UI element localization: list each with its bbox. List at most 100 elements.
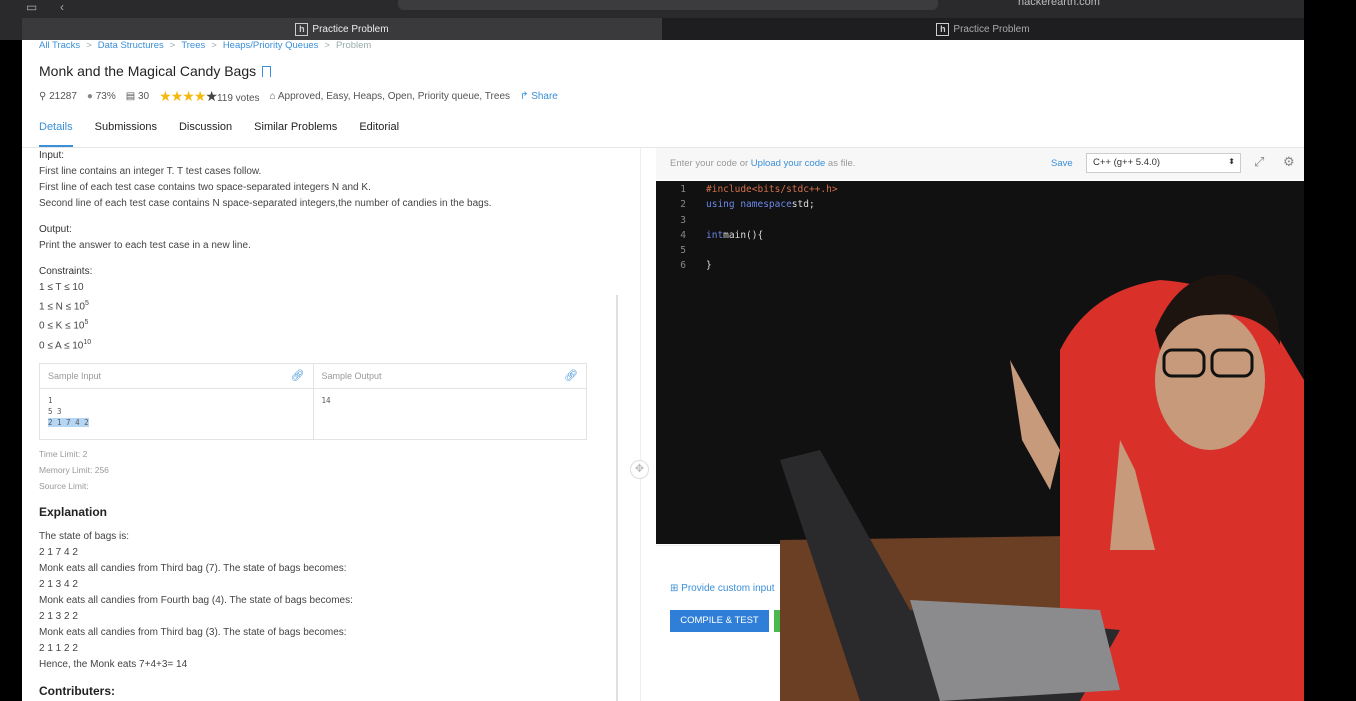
submissions-count: 30 <box>138 91 150 102</box>
breadcrumb-heaps[interactable]: Heaps/Priority Queues <box>223 40 319 51</box>
sample-output-label: Sample Output <box>321 370 382 381</box>
document-icon: ▤ <box>125 91 136 102</box>
breadcrumb-trees[interactable]: Trees <box>181 40 205 51</box>
breadcrumb-separator: > <box>86 40 92 51</box>
constraint-4: 0 ≤ A ≤ 1010 <box>39 338 92 351</box>
sample-input-content[interactable]: 1 5 3 2 1 7 4 2 <box>40 389 313 439</box>
problem-header: All Tracks > Data Structures > Trees > Heap… <box>22 40 1304 148</box>
gear-icon[interactable]: ⚙ <box>1283 154 1295 170</box>
time-limit: Time Limit: 2 <box>39 448 88 459</box>
input-line-2: First line of each test case contains tw… <box>39 182 371 193</box>
star-icon: ★ <box>170 88 184 104</box>
constraints-heading: Constraints: <box>39 266 93 277</box>
address-bar[interactable]: hackerearth.com <box>398 0 1100 10</box>
browser-tab-2[interactable]: h Practice Problem <box>662 18 1304 40</box>
source-limit: Source Limit: <box>39 480 89 491</box>
sample-output-box: Sample Output 🔗︎ 14 <box>312 363 587 439</box>
explanation-body: The state of bags is: 2 1 7 4 2 Monk eat… <box>39 529 619 673</box>
bookmark-icon[interactable] <box>262 65 272 77</box>
votes-count: 119 votes <box>216 93 260 104</box>
page-title: Monk and the Magical Candy Bags <box>39 63 1304 79</box>
resize-handle-icon[interactable]: ✥ <box>630 460 649 479</box>
tab-similar-problems[interactable]: Similar Problems <box>254 121 337 147</box>
success-stat: ● 73% <box>87 91 116 102</box>
laptop-keyboard <box>910 600 1120 701</box>
plus-box-icon: ⊞ <box>670 583 679 594</box>
sample-input-box: Sample Input 🔗︎ 1 5 3 2 1 7 4 2 <box>40 364 313 439</box>
sample-input-line: 1 <box>48 395 53 405</box>
sample-input-selected-line: 2 1 7 4 2 <box>48 417 89 427</box>
upload-code-link[interactable]: Upload your code <box>751 158 825 169</box>
sidebar-icon[interactable]: ▭ <box>26 0 37 14</box>
tab-label: Practice Problem <box>953 23 1030 35</box>
share-icon: ↱ <box>520 91 529 102</box>
explanation-line: Monk eats all candies from Third bag (3)… <box>39 626 347 638</box>
custom-input-toggle[interactable]: ⊞ Provide custom input <box>670 583 775 594</box>
explanation-line: 2 1 1 2 2 <box>39 642 78 654</box>
problem-title: Monk and the Magical Candy Bags <box>39 63 257 79</box>
submissions-stat: ▤ 30 <box>126 91 149 102</box>
input-line-3: Second line of each test case contains N… <box>39 198 492 209</box>
tab-details[interactable]: Details <box>39 121 73 147</box>
share-button[interactable]: ↱ Share <box>520 91 558 102</box>
star-icon: ★ <box>182 88 195 104</box>
breadcrumb-separator: > <box>211 40 217 51</box>
sample-input-label: Sample Input <box>48 370 102 381</box>
editor-hint: Enter your code or Upload your code as f… <box>670 158 856 169</box>
language-value: C++ (g++ 5.4.0) <box>1093 157 1161 168</box>
output-heading: Output: <box>39 224 72 235</box>
attempts-count: 21287 <box>49 91 77 102</box>
hackerearth-h-icon: h <box>295 22 309 36</box>
tab-discussion[interactable]: Discussion <box>179 121 232 147</box>
success-rate: 73% <box>95 91 116 102</box>
limits: Time Limit: 2 Memory Limit: 256 Source L… <box>39 446 619 494</box>
pie-icon: ● <box>86 91 93 102</box>
tab-editorial[interactable]: Editorial <box>359 121 399 147</box>
url-text: hackerearth.com <box>1018 0 1100 8</box>
tags: ⌂ Approved, Easy, Heaps, Open, Priority … <box>270 91 510 102</box>
problem-details: Input: First line contains an integer T.… <box>39 148 619 701</box>
code-line: 2 using namespace std; <box>680 199 815 211</box>
constraint-2: 1 ≤ N ≤ 105 <box>39 300 89 313</box>
explanation-line: 2 1 7 4 2 <box>39 546 78 558</box>
breadcrumb-data-structures[interactable]: Data Structures <box>98 40 164 51</box>
link-icon[interactable]: 🔗︎ <box>291 368 305 384</box>
explanation-line: Monk eats all candies from Fourth bag (4… <box>39 594 353 606</box>
code-line: 3 <box>680 214 686 226</box>
code-line: 1 #include <bits/stdc++.h> <box>680 184 838 195</box>
compile-test-button[interactable]: COMPILE & TEST <box>670 610 769 632</box>
breadcrumb-all-tracks[interactable]: All Tracks <box>39 40 80 51</box>
problem-tabs: Details Submissions Discussion Similar P… <box>39 121 399 147</box>
breadcrumb-separator: > <box>169 40 176 51</box>
link-icon[interactable]: 🔗︎ <box>564 368 578 384</box>
explanation-line: Hence, the Monk eats 7+4+3= 14 <box>39 658 188 670</box>
rating-stars[interactable]: ★★★★★119 votes <box>159 88 259 105</box>
browser-chrome: ▭ ‹ hackerearth.com h Practice Problem h… <box>0 0 1356 40</box>
tab-label: Practice Problem <box>312 23 389 35</box>
constraint-1: 1 ≤ T ≤ 10 <box>39 282 84 293</box>
tag-list: Approved, Easy, Heaps, Open, Priority qu… <box>277 91 511 102</box>
input-line-1: First line contains an integer T. T test… <box>39 166 262 177</box>
share-label: Share <box>531 91 558 102</box>
problem-stats: ⚲ 21287 ● 73% ▤ 30 ★★★★★119 votes ⌂ Appr… <box>39 88 1304 105</box>
scrollbar[interactable] <box>616 295 618 701</box>
breadcrumb-problem: Problem <box>335 40 372 51</box>
star-icon: ★ <box>193 88 207 104</box>
tab-submissions[interactable]: Submissions <box>95 121 157 147</box>
hand <box>1010 360 1060 490</box>
save-button[interactable]: Save <box>1051 158 1073 169</box>
breadcrumb-separator: > <box>324 40 330 51</box>
star-icon: ★ <box>159 88 172 104</box>
output-line: Print the answer to each test case in a … <box>39 240 251 251</box>
sample-input-line: 5 3 <box>48 406 62 416</box>
back-icon[interactable]: ‹ <box>60 0 64 14</box>
sample-output-content[interactable]: 14 <box>314 389 587 439</box>
explanation-line: The state of bags is: <box>39 530 130 542</box>
code-line: 5 <box>680 245 686 257</box>
expand-icon[interactable]: ⤢ <box>1254 154 1264 170</box>
language-select[interactable]: C++ (g++ 5.4.0) ⬍ <box>1086 153 1241 173</box>
constraint-3: 0 ≤ K ≤ 105 <box>39 319 89 332</box>
breadcrumb: All Tracks > Data Structures > Trees > Heap… <box>39 40 1304 51</box>
code-line: 4 int main(){ <box>680 229 764 241</box>
browser-tab-1[interactable]: h Practice Problem <box>22 18 662 40</box>
